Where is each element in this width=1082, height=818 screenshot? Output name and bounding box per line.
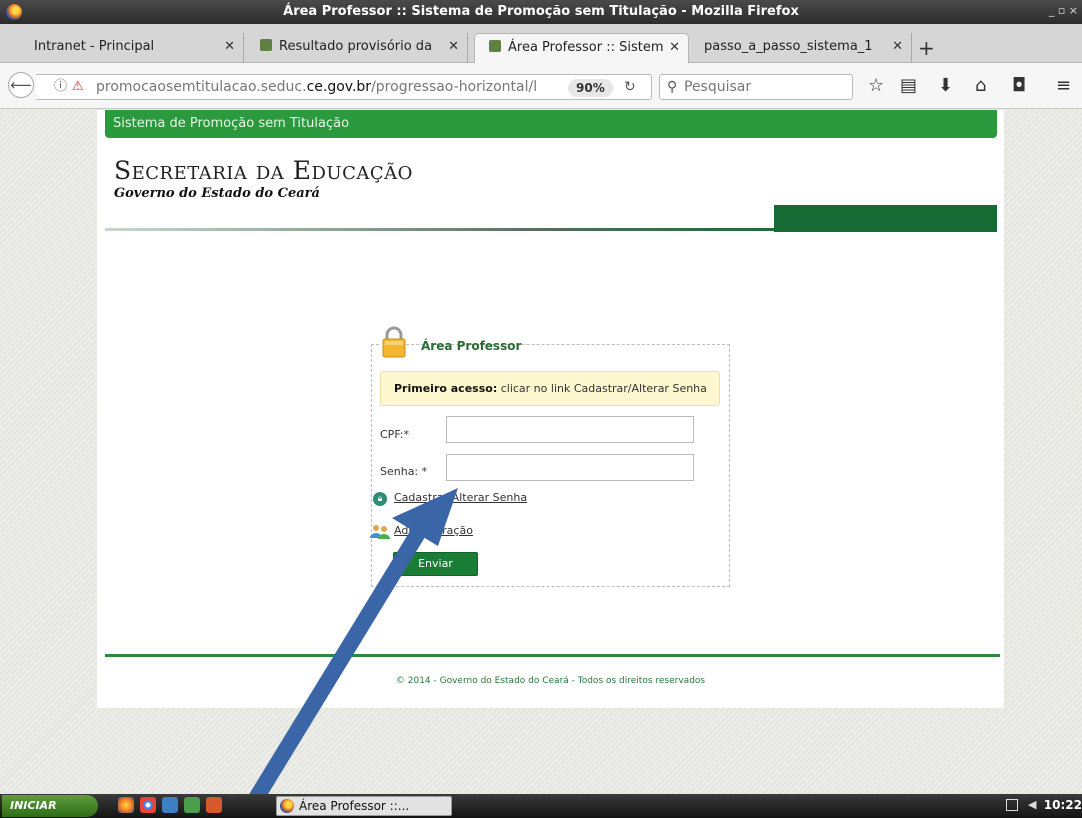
url-bar[interactable]: ⓘ ⚠ promocaosemtitulacao.seduc.ce.gov.br… xyxy=(36,74,652,100)
window-controls[interactable]: _ ▫ × xyxy=(1049,4,1078,17)
navigation-bar: ⟵ ⓘ ⚠ promocaosemtitulacao.seduc.ce.gov.… xyxy=(0,63,1082,109)
page-viewport: Sistema de Promoção sem Titulação Secret… xyxy=(0,110,1082,794)
home-icon[interactable]: ⌂ xyxy=(975,75,986,96)
padlock-icon xyxy=(382,326,406,358)
tab-passo-a-passo[interactable]: passo_a_passo_sistema_1 ✕ xyxy=(690,33,912,63)
close-tab-icon[interactable]: ✕ xyxy=(224,33,235,61)
close-tab-icon[interactable]: ✕ xyxy=(892,33,903,61)
close-tab-icon[interactable]: ✕ xyxy=(448,33,459,61)
url-prefix: promocaosemtitulacao.seduc. xyxy=(96,79,307,95)
site-favicon-icon xyxy=(260,39,272,51)
url-suffix: /progressao-horizontal/lo xyxy=(371,79,536,95)
login-title: Área Professor xyxy=(421,339,522,353)
presentation-icon[interactable] xyxy=(206,797,222,813)
window-titlebar: Área Professor :: Sistema de Promoção se… xyxy=(0,0,1082,24)
tab-label: Resultado provisório da xyxy=(279,39,433,54)
taskbar-window-button[interactable]: Área Professor ::... xyxy=(276,796,452,816)
cpf-label: CPF:* xyxy=(380,428,409,441)
tab-resultado[interactable]: Resultado provisório da ✕ xyxy=(246,33,468,63)
notice-text: clicar no link Cadastrar/Alterar Senha xyxy=(497,382,707,395)
header-accent-block xyxy=(774,205,997,232)
pocket-icon[interactable]: ◘ xyxy=(1012,75,1026,96)
administration-link[interactable]: Administração xyxy=(394,524,473,537)
brand-title: Secretaria da Educação xyxy=(114,156,413,185)
tab-label: Intranet - Principal xyxy=(34,39,155,54)
mixed-content-icon[interactable]: ⚠ xyxy=(72,75,84,99)
taskbar-window-label: Área Professor ::... xyxy=(299,799,410,813)
submit-button[interactable]: Enviar xyxy=(393,552,478,576)
spreadsheet-icon[interactable] xyxy=(184,797,200,813)
bookmark-star-icon[interactable]: ☆ xyxy=(868,75,884,96)
site-favicon-icon xyxy=(489,40,501,52)
zoom-indicator[interactable]: 90% xyxy=(568,79,613,97)
chrome-launcher-icon[interactable] xyxy=(140,797,156,813)
brand-subtitle: Governo do Estado do Ceará xyxy=(114,186,320,201)
senha-label: Senha: * xyxy=(380,465,428,478)
reload-icon[interactable]: ↻ xyxy=(624,75,636,99)
tab-strip: Intranet - Principal ✕ Resultado provisó… xyxy=(0,24,1082,63)
window-title: Área Professor :: Sistema de Promoção se… xyxy=(283,4,799,19)
footer-divider xyxy=(105,654,1000,657)
register-password-link[interactable]: Cadastrar/Alterar Senha xyxy=(394,491,527,504)
url-domain: ce.gov.br xyxy=(306,79,372,95)
tab-area-professor[interactable]: Área Professor :: Sistem ✕ xyxy=(474,33,689,63)
page-body: Sistema de Promoção sem Titulação Secret… xyxy=(97,110,1004,708)
lock-badge-icon: 🔒︎ xyxy=(373,492,387,506)
tab-intranet[interactable]: Intranet - Principal ✕ xyxy=(20,33,244,63)
back-button[interactable]: ⟵ xyxy=(8,72,34,98)
clock: 10:22 xyxy=(1043,798,1082,812)
site-info-icon[interactable]: ⓘ xyxy=(54,75,67,99)
os-taskbar: INICIAR Área Professor ::... ◀ 10:22 xyxy=(0,794,1082,818)
tab-label: passo_a_passo_sistema_1 xyxy=(704,39,873,54)
volume-icon[interactable]: ◀ xyxy=(1028,798,1036,811)
url-text[interactable]: promocaosemtitulacao.seduc.ce.gov.br/pro… xyxy=(96,75,536,99)
tab-label: Área Professor :: Sistem xyxy=(508,40,664,55)
file-manager-icon[interactable] xyxy=(162,797,178,813)
download-icon[interactable]: ⬇ xyxy=(938,75,953,96)
cpf-input[interactable] xyxy=(446,416,694,443)
search-icon: ⚲ xyxy=(667,79,678,95)
notice-bold: Primeiro acesso: xyxy=(394,382,498,395)
firefox-icon xyxy=(280,799,294,813)
network-tray-icon[interactable] xyxy=(1006,799,1018,811)
password-input[interactable] xyxy=(446,454,694,481)
close-tab-icon[interactable]: ✕ xyxy=(669,34,680,62)
reading-list-icon[interactable]: ▤ xyxy=(900,75,917,96)
footer-copyright: © 2014 - Governo do Estado do Ceará - To… xyxy=(395,676,706,686)
firefox-launcher-icon[interactable] xyxy=(118,797,134,813)
first-access-notice: Primeiro acesso: clicar no link Cadastra… xyxy=(380,371,720,406)
menu-icon[interactable]: ≡ xyxy=(1056,75,1071,96)
system-header: Sistema de Promoção sem Titulação xyxy=(105,110,997,138)
search-input[interactable]: ⚲ Pesquisar xyxy=(659,74,853,100)
new-tab-button[interactable]: + xyxy=(918,36,935,60)
search-placeholder: Pesquisar xyxy=(684,79,752,95)
header-divider xyxy=(105,228,775,231)
start-button[interactable]: INICIAR xyxy=(2,795,98,817)
users-group-icon xyxy=(370,525,390,539)
login-legend: Área Professor xyxy=(381,324,521,364)
